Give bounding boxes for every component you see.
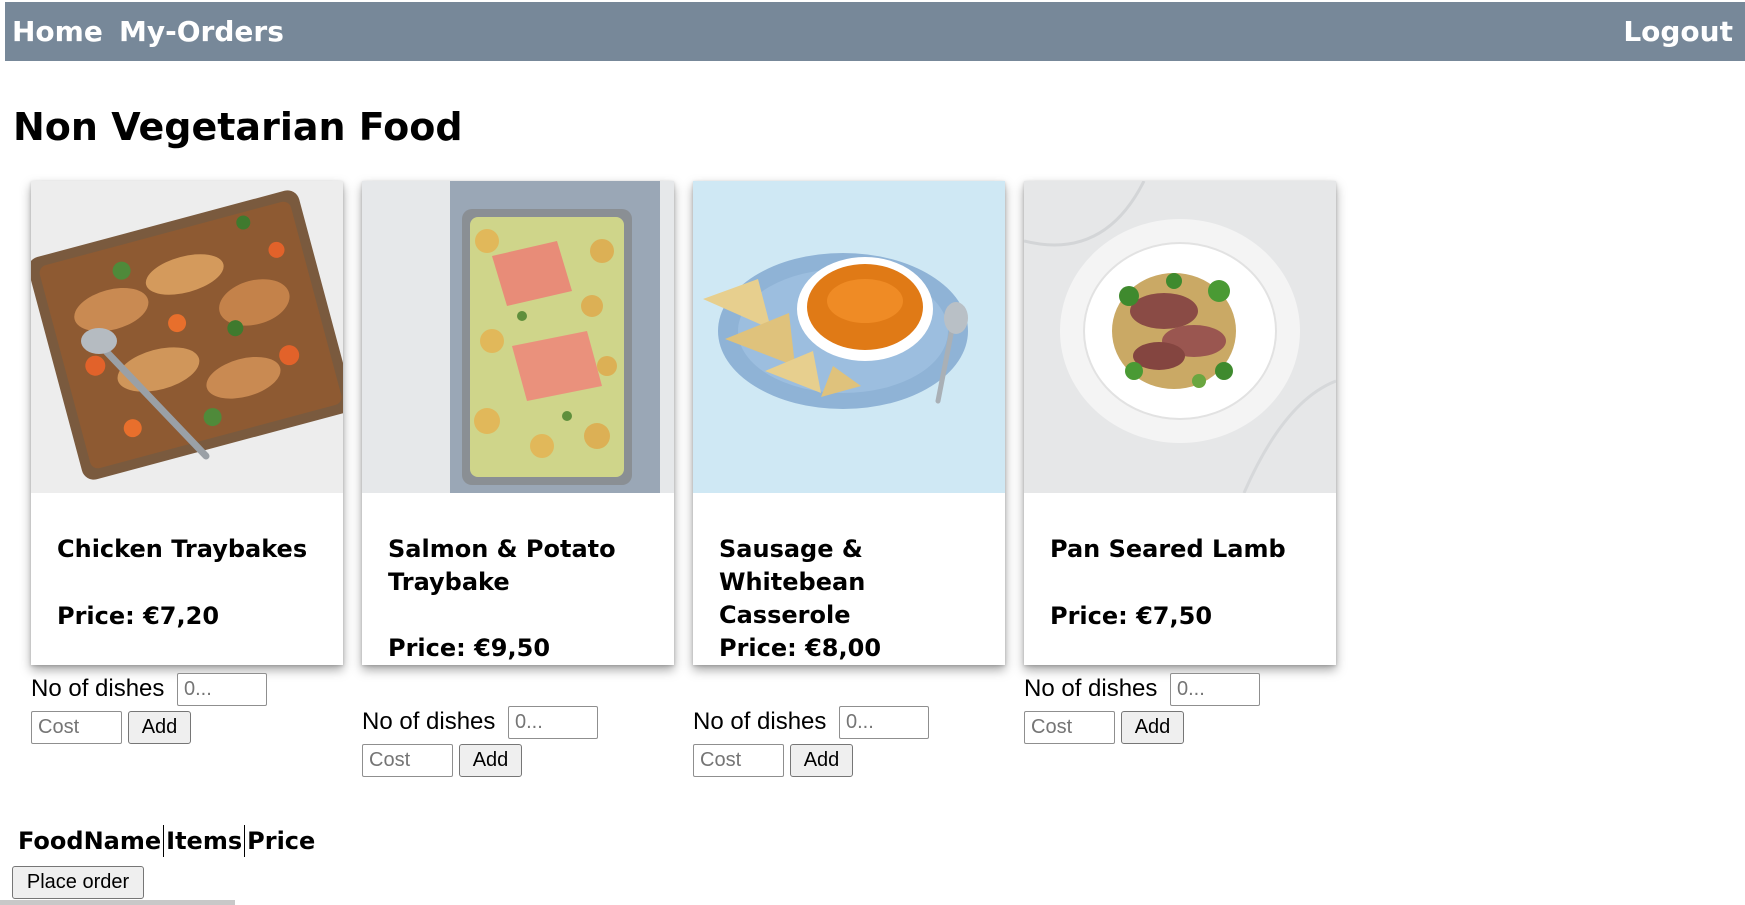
food-card-sausage-whitebean-casserole: Sausage & Whitebean Casserole Price: €8,… xyxy=(693,181,1005,665)
dishes-label: No of dishes xyxy=(31,675,165,702)
add-button[interactable]: Add xyxy=(128,711,191,744)
order-controls-salmon-potato-traybake: No of dishes Add xyxy=(362,706,692,786)
nav-home-link[interactable]: Home xyxy=(12,14,103,50)
top-navbar: Home My-Orders Logout xyxy=(5,2,1745,61)
dishes-quantity-input[interactable] xyxy=(508,706,598,739)
food-name: Chicken Traybakes xyxy=(57,535,308,563)
horizontal-scrollbar[interactable] xyxy=(0,900,235,905)
order-summary-table: FoodName Items Price xyxy=(16,825,318,857)
add-button[interactable]: Add xyxy=(459,744,522,777)
food-name: Pan Seared Lamb xyxy=(1050,535,1286,563)
cost-input[interactable] xyxy=(1024,711,1115,744)
column-header-price: Price xyxy=(244,825,318,857)
dishes-quantity-input[interactable] xyxy=(839,706,929,739)
food-name: Salmon & Potato Traybake xyxy=(388,535,616,596)
cost-input[interactable] xyxy=(362,744,453,777)
food-price: Price: €9,50 xyxy=(388,634,551,662)
page-title: Non Vegetarian Food xyxy=(13,105,463,149)
dishes-label: No of dishes xyxy=(362,708,496,735)
dishes-label: No of dishes xyxy=(693,708,827,735)
cost-input[interactable] xyxy=(31,711,122,744)
column-header-foodname: FoodName xyxy=(18,827,162,855)
food-price: Price: €7,20 xyxy=(57,602,220,630)
salmon-traybake-photo xyxy=(362,181,674,493)
add-button[interactable]: Add xyxy=(790,744,853,777)
cost-input[interactable] xyxy=(693,744,784,777)
column-header-items: Items xyxy=(163,825,245,857)
add-button[interactable]: Add xyxy=(1121,711,1184,744)
food-price: Price: €7,50 xyxy=(1050,602,1213,630)
food-name: Sausage & Whitebean Casserole xyxy=(719,535,866,629)
lamb-plate-photo xyxy=(1024,181,1336,493)
order-controls-chicken-traybakes: No of dishes Add xyxy=(31,673,361,753)
table-header-row: FoodName Items Price xyxy=(16,825,318,857)
dishes-quantity-input[interactable] xyxy=(177,673,267,706)
dishes-quantity-input[interactable] xyxy=(1170,673,1260,706)
nav-logout-link[interactable]: Logout xyxy=(1623,14,1733,50)
food-card-salmon-potato-traybake: Salmon & Potato Traybake Price: €9,50 xyxy=(362,181,674,665)
chicken-traybake-photo xyxy=(31,181,343,493)
place-order-button[interactable]: Place order xyxy=(12,866,144,899)
dishes-label: No of dishes xyxy=(1024,675,1158,702)
food-price: Price: €8,00 xyxy=(719,634,882,662)
nav-my-orders-link[interactable]: My-Orders xyxy=(119,14,284,50)
order-controls-pan-seared-lamb: No of dishes Add xyxy=(1024,673,1354,753)
food-card-chicken-traybakes: Chicken Traybakes Price: €7,20 xyxy=(31,181,343,665)
order-controls-sausage-whitebean-casserole: No of dishes Add xyxy=(693,706,1023,786)
soup-bowl-photo xyxy=(693,181,1005,493)
food-card-pan-seared-lamb: Pan Seared Lamb Price: €7,50 xyxy=(1024,181,1336,665)
